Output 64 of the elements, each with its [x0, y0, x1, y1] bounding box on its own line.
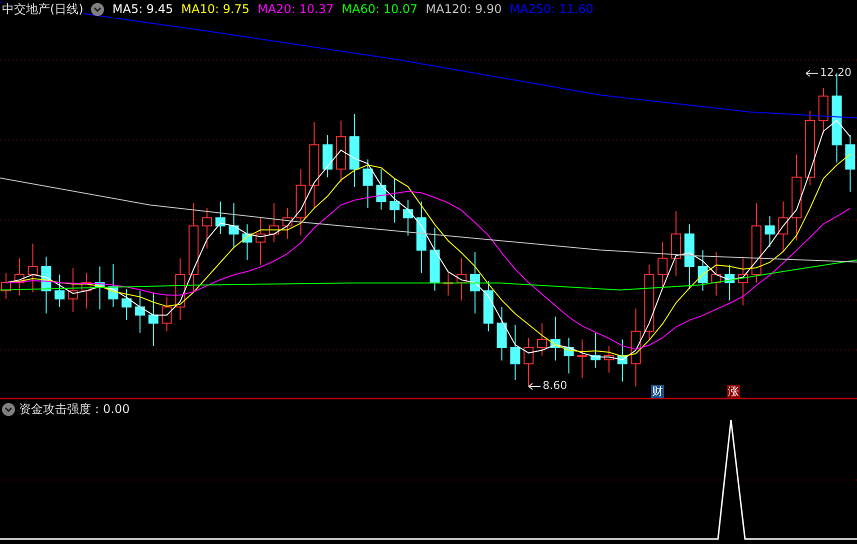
panel-title: 资金攻击强度：0.00 [19, 400, 130, 418]
candlestick [282, 208, 292, 240]
candlestick [537, 322, 547, 356]
candlestick [711, 251, 722, 296]
candlestick [41, 256, 52, 314]
candlestick [376, 168, 386, 210]
leader-line [806, 70, 818, 77]
candlestick [564, 337, 574, 374]
candlestick [738, 258, 748, 306]
candlestick [175, 258, 186, 320]
candlestick [845, 134, 856, 192]
event-marker[interactable]: 财 [651, 385, 664, 398]
candlestick [496, 306, 507, 361]
candlestick [108, 263, 118, 308]
candlestick [764, 216, 775, 248]
candlestick [590, 332, 601, 368]
chevron-icon[interactable] [2, 402, 15, 416]
candlestick [54, 274, 65, 308]
candlestick [94, 266, 105, 310]
candlestick [818, 88, 828, 134]
candlestick [242, 224, 252, 260]
candlestick [483, 280, 494, 332]
event-marker[interactable]: 涨 [727, 385, 740, 398]
price-label: 8.60 [542, 379, 568, 392]
candlestick [684, 224, 694, 290]
candlestick [14, 258, 24, 296]
candlestick [296, 168, 306, 236]
candlestick [604, 345, 614, 374]
candlestick [148, 292, 158, 346]
candlestick [256, 217, 266, 266]
candlestick [524, 337, 534, 387]
candlestick [430, 227, 440, 292]
candlestick [550, 316, 560, 361]
leader-line [528, 382, 542, 390]
candlestick [456, 258, 467, 301]
candlestick [122, 288, 132, 320]
candlestick [28, 243, 38, 293]
candlestick [470, 251, 480, 314]
candlestick [202, 208, 212, 250]
candlestick [135, 290, 145, 334]
candlestick [322, 134, 333, 178]
candlestick [215, 201, 226, 234]
candlestick [81, 272, 92, 310]
candlestick [1, 272, 11, 300]
price-label: 12.20 [820, 66, 852, 80]
candlestick [390, 178, 400, 224]
candlestick [510, 324, 520, 380]
candlestick [724, 264, 735, 301]
candlestick [778, 201, 788, 252]
candlestick [68, 268, 78, 312]
candlestick [269, 202, 279, 243]
candlestick [362, 158, 373, 209]
candlestick [228, 202, 239, 248]
candlestick [577, 338, 588, 379]
candlestick [617, 338, 628, 382]
candlestick [671, 210, 681, 277]
candlestick [162, 296, 172, 332]
chart-title: 中交地产(日线) [2, 0, 84, 18]
candlestick [336, 120, 346, 183]
candlestick [403, 199, 413, 236]
candlestick [658, 242, 668, 288]
chevron-icon[interactable] [91, 2, 104, 16]
candlestick [443, 272, 454, 296]
candlestick [698, 250, 708, 292]
